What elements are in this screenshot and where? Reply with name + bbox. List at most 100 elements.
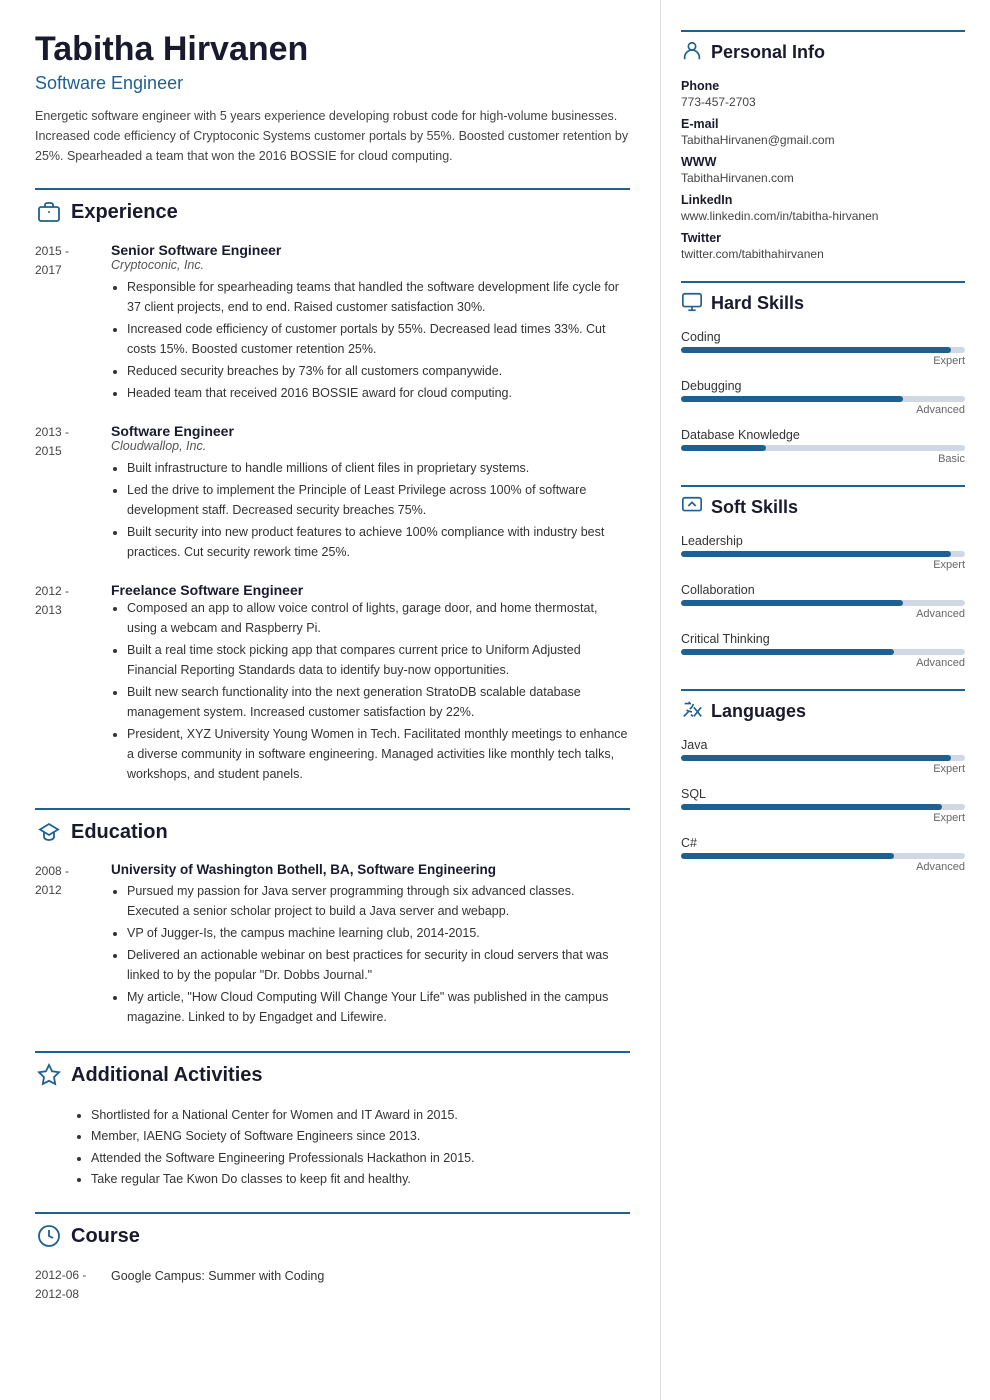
activities-title: Additional Activities <box>71 1064 263 1087</box>
skill-level: Advanced <box>681 404 965 416</box>
skill-bar <box>681 804 942 810</box>
languages-list: Java Expert SQL Expert C# Advanced <box>681 738 965 873</box>
personal-info-section: Personal Info Phone 773-457-2703 E-mail … <box>681 30 965 261</box>
skill-bar-container <box>681 804 965 810</box>
skill-bar <box>681 445 766 451</box>
personal-info-icon <box>681 40 703 65</box>
exp-dates: 2013 -2015 <box>35 423 95 564</box>
exp-content: Senior Software Engineer Cryptoconic, In… <box>111 242 630 405</box>
email-value: TabithaHirvanen@gmail.com <box>681 133 965 147</box>
skill-bar-container <box>681 755 965 761</box>
experience-entry: 2015 -2017 Senior Software Engineer Cryp… <box>35 242 630 405</box>
skill-level: Expert <box>681 559 965 571</box>
skill-block: Leadership Expert <box>681 534 965 571</box>
soft-skills-header: Soft Skills <box>681 485 965 520</box>
languages-header: Languages <box>681 689 965 724</box>
phone-label: Phone <box>681 79 965 93</box>
course-section: Course 2012-06 -2012-08 Google Campus: S… <box>35 1212 630 1304</box>
education-entry: 2008 -2012 University of Washington Both… <box>35 862 630 1029</box>
twitter-label: Twitter <box>681 231 965 245</box>
skill-bar-container <box>681 551 965 557</box>
skill-bar <box>681 649 894 655</box>
skill-bar <box>681 600 903 606</box>
skill-block: Debugging Advanced <box>681 379 965 416</box>
skill-bar <box>681 755 951 761</box>
skill-block: C# Advanced <box>681 836 965 873</box>
edu-bullet: VP of Jugger-Is, the campus machine lear… <box>127 923 630 943</box>
experience-title: Experience <box>71 201 178 224</box>
linkedin-value: www.linkedin.com/in/tabitha-hirvanen <box>681 209 965 223</box>
exp-dates: 2015 -2017 <box>35 242 95 405</box>
email-label: E-mail <box>681 117 965 131</box>
skill-bar-container <box>681 347 965 353</box>
edu-dates: 2008 -2012 <box>35 862 95 1029</box>
candidate-title: Software Engineer <box>35 73 630 94</box>
skill-name: Collaboration <box>681 583 965 597</box>
exp-company: Cryptoconic, Inc. <box>111 258 630 272</box>
activity-item: Member, IAENG Society of Software Engine… <box>91 1126 630 1147</box>
soft-skills-title: Soft Skills <box>711 497 798 518</box>
education-title: Education <box>71 821 168 844</box>
course-dates: 2012-06 -2012-08 <box>35 1266 95 1304</box>
personal-info-header: Personal Info <box>681 30 965 65</box>
experience-icon <box>35 198 63 226</box>
edu-bullet: Pursued my passion for Java server progr… <box>127 881 630 921</box>
skill-name: Database Knowledge <box>681 428 965 442</box>
activity-item: Take regular Tae Kwon Do classes to keep… <box>91 1169 630 1190</box>
skill-bar-container <box>681 445 965 451</box>
activities-section: Additional Activities Shortlisted for a … <box>35 1051 630 1190</box>
languages-section: Languages Java Expert SQL Expert C# Adva… <box>681 689 965 873</box>
skill-block: Database Knowledge Basic <box>681 428 965 465</box>
exp-bullet: Reduced security breaches by 73% for all… <box>127 361 630 381</box>
skill-bar <box>681 347 951 353</box>
skill-block: Collaboration Advanced <box>681 583 965 620</box>
skill-name: Java <box>681 738 965 752</box>
personal-info-title: Personal Info <box>711 42 825 63</box>
skill-level: Basic <box>681 453 965 465</box>
edu-school: University of Washington Bothell, BA, So… <box>111 862 630 877</box>
resume-page: Tabitha Hirvanen Software Engineer Energ… <box>0 0 990 1400</box>
exp-bullets: Built infrastructure to handle millions … <box>127 458 630 562</box>
exp-bullet: Led the drive to implement the Principle… <box>127 480 630 520</box>
exp-bullet: Built security into new product features… <box>127 522 630 562</box>
exp-company: Cloudwallop, Inc. <box>111 439 630 453</box>
soft-skills-icon <box>681 495 703 520</box>
phone-value: 773-457-2703 <box>681 95 965 109</box>
candidate-summary: Energetic software engineer with 5 years… <box>35 106 630 166</box>
exp-bullets: Composed an app to allow voice control o… <box>127 598 630 784</box>
skill-name: Debugging <box>681 379 965 393</box>
exp-bullet: Composed an app to allow voice control o… <box>127 598 630 638</box>
activities-list: Shortlisted for a National Center for Wo… <box>91 1105 630 1190</box>
course-icon <box>35 1222 63 1250</box>
skill-name: Leadership <box>681 534 965 548</box>
soft-skills-section: Soft Skills Leadership Expert Collaborat… <box>681 485 965 669</box>
skill-block: Coding Expert <box>681 330 965 367</box>
skill-bar-container <box>681 649 965 655</box>
edu-bullet: Delivered an actionable webinar on best … <box>127 945 630 985</box>
twitter-value: twitter.com/tabithahirvanen <box>681 247 965 261</box>
skill-block: Java Expert <box>681 738 965 775</box>
skill-block: Critical Thinking Advanced <box>681 632 965 669</box>
hard-skills-list: Coding Expert Debugging Advanced Databas… <box>681 330 965 465</box>
course-name: Google Campus: Summer with Coding <box>111 1266 324 1304</box>
exp-bullet: Built new search functionality into the … <box>127 682 630 722</box>
education-section: Education 2008 -2012 University of Washi… <box>35 808 630 1029</box>
candidate-name: Tabitha Hirvanen <box>35 30 630 69</box>
course-list: 2012-06 -2012-08 Google Campus: Summer w… <box>35 1266 630 1304</box>
edu-bullet: My article, "How Cloud Computing Will Ch… <box>127 987 630 1027</box>
exp-bullets: Responsible for spearheading teams that … <box>127 277 630 403</box>
skill-block: SQL Expert <box>681 787 965 824</box>
languages-title: Languages <box>711 701 806 722</box>
exp-bullet: Built infrastructure to handle millions … <box>127 458 630 478</box>
skill-bar <box>681 396 903 402</box>
languages-icon <box>681 699 703 724</box>
linkedin-label: LinkedIn <box>681 193 965 207</box>
course-title: Course <box>71 1225 140 1248</box>
skill-bar <box>681 551 951 557</box>
skill-level: Expert <box>681 763 965 775</box>
exp-job-title: Software Engineer <box>111 423 630 439</box>
hard-skills-header: Hard Skills <box>681 281 965 316</box>
skill-bar-container <box>681 396 965 402</box>
exp-bullet: Responsible for spearheading teams that … <box>127 277 630 317</box>
skill-bar-container <box>681 853 965 859</box>
